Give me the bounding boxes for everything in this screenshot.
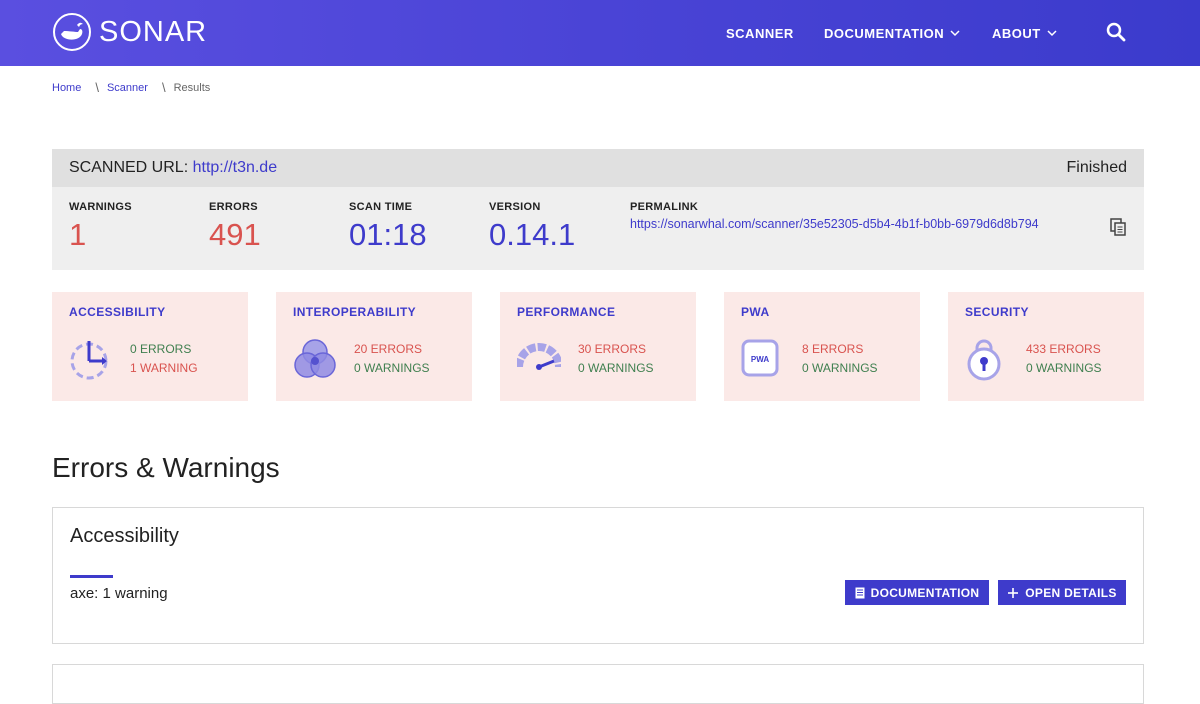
sonar-logo[interactable]: SONAR <box>53 12 207 52</box>
stat-label: PERMALINK <box>630 201 699 213</box>
nav-about[interactable]: ABOUT <box>992 0 1057 66</box>
card-title: PWA <box>741 305 770 319</box>
documentation-button-label: DOCUMENTATION <box>870 585 980 600</box>
card-warnings-count: 0 WARNINGS <box>578 361 654 375</box>
open-details-button[interactable]: OPEN DETAILS <box>998 580 1126 605</box>
card-errors-count: 30 ERRORS <box>578 342 647 356</box>
nav-about-label: ABOUT <box>992 25 1041 41</box>
stat-permalink: PERMALINK https://sonarwhal.com/scanner/… <box>630 201 1039 231</box>
documentation-button[interactable]: DOCUMENTATION <box>845 580 989 605</box>
padlock-icon <box>967 339 1001 381</box>
pwa-icon-label: PWA <box>751 355 769 364</box>
stat-value: 1 <box>69 217 87 252</box>
card-warnings-count: 0 WARNINGS <box>354 361 430 375</box>
breadcrumb-current: Results <box>173 81 211 94</box>
top-nav-bar: SONAR SCANNER DOCUMENTATION ABOUT <box>0 0 1200 66</box>
nav-documentation-label: DOCUMENTATION <box>824 25 945 41</box>
stat-errors: ERRORS 491 <box>209 201 261 253</box>
panel-title: Accessibility <box>70 525 179 547</box>
breadcrumb-separator: \ <box>95 80 99 95</box>
card-errors-count: 20 ERRORS <box>354 342 423 356</box>
accessibility-icon <box>70 341 108 380</box>
document-icon <box>855 587 865 598</box>
copy-icon[interactable] <box>1110 218 1126 236</box>
nav-scanner[interactable]: SCANNER <box>726 0 794 66</box>
card-errors-count: 8 ERRORS <box>802 342 864 356</box>
card-warnings-count: 0 WARNINGS <box>1026 361 1102 375</box>
permalink-link[interactable]: https://sonarwhal.com/scanner/35e52305-d… <box>630 217 1039 231</box>
stat-value: 0.14.1 <box>489 217 576 252</box>
stat-label: ERRORS <box>209 201 258 213</box>
logo-text: SONAR <box>99 15 208 48</box>
panel-underline <box>70 575 113 578</box>
category-card-pwa[interactable]: PWA PWA 8 ERRORS 0 WARNINGS <box>724 292 920 401</box>
card-title: INTEROPERABILITY <box>293 305 417 319</box>
stat-label: SCAN TIME <box>349 201 413 213</box>
stat-scan-time: SCAN TIME 01:18 <box>349 201 427 253</box>
accessibility-results-panel: Accessibility axe: 1 warning DOCUMENTATI… <box>52 507 1144 644</box>
plus-icon <box>1008 587 1019 598</box>
stat-label: VERSION <box>489 201 541 213</box>
category-card-performance[interactable]: PERFORMANCE 30 ERRORS 0 WARNINGS <box>500 292 696 401</box>
open-details-button-label: OPEN DETAILS <box>1025 585 1117 600</box>
chevron-down-icon <box>1047 30 1057 37</box>
interoperability-icon <box>294 339 336 378</box>
card-errors-count: 433 ERRORS <box>1026 342 1101 356</box>
scanned-url-link[interactable]: http://t3n.de <box>193 159 278 176</box>
card-errors-count: 0 ERRORS <box>130 342 192 356</box>
scan-stats: WARNINGS 1 ERRORS 491 SCAN TIME 01:18 VE… <box>52 187 1144 270</box>
stat-warnings: WARNINGS 1 <box>69 201 132 253</box>
card-warnings-count: 1 WARNING <box>130 361 198 375</box>
scanned-url-row: SCANNED URL: http://t3n.de <box>69 159 277 177</box>
card-title: ACCESSIBILITY <box>69 305 166 319</box>
whale-logo-icon <box>53 13 91 51</box>
next-results-panel <box>52 664 1144 704</box>
stat-value: 01:18 <box>349 217 427 252</box>
breadcrumb-scanner[interactable]: Scanner <box>107 82 148 94</box>
scanned-url-label: SCANNED URL: <box>69 159 189 176</box>
stat-label: WARNINGS <box>69 201 132 213</box>
card-title: SECURITY <box>965 305 1029 319</box>
scan-status: Finished <box>1066 159 1127 176</box>
breadcrumb-separator: \ <box>161 80 166 95</box>
errors-warnings-heading: Errors & Warnings <box>52 452 280 483</box>
pwa-icon: PWA <box>741 339 779 377</box>
category-card-security[interactable]: SECURITY 433 ERRORS 0 WARNINGS <box>948 292 1144 401</box>
breadcrumb-home[interactable]: Home <box>52 82 81 94</box>
breadcrumb: Home \ Scanner \ Results <box>52 80 210 95</box>
card-warnings-count: 0 WARNINGS <box>802 361 878 375</box>
chevron-down-icon <box>950 30 960 37</box>
stat-value: 491 <box>209 217 261 252</box>
stat-version: VERSION 0.14.1 <box>489 201 575 253</box>
nav-documentation[interactable]: DOCUMENTATION <box>824 0 960 66</box>
nav-scanner-label: SCANNER <box>726 25 794 41</box>
rule-summary: axe: 1 warning <box>70 585 168 602</box>
card-title: PERFORMANCE <box>517 305 616 319</box>
performance-gauge-icon <box>517 343 561 370</box>
scan-summary-header: SCANNED URL: http://t3n.de Finished <box>52 149 1144 187</box>
search-icon[interactable] <box>1104 20 1128 44</box>
category-card-interoperability[interactable]: INTEROPERABILITY 20 ERRORS 0 WARNINGS <box>276 292 472 401</box>
category-card-accessibility[interactable]: ACCESSIBILITY 0 ERRORS 1 WARNING <box>52 292 248 401</box>
